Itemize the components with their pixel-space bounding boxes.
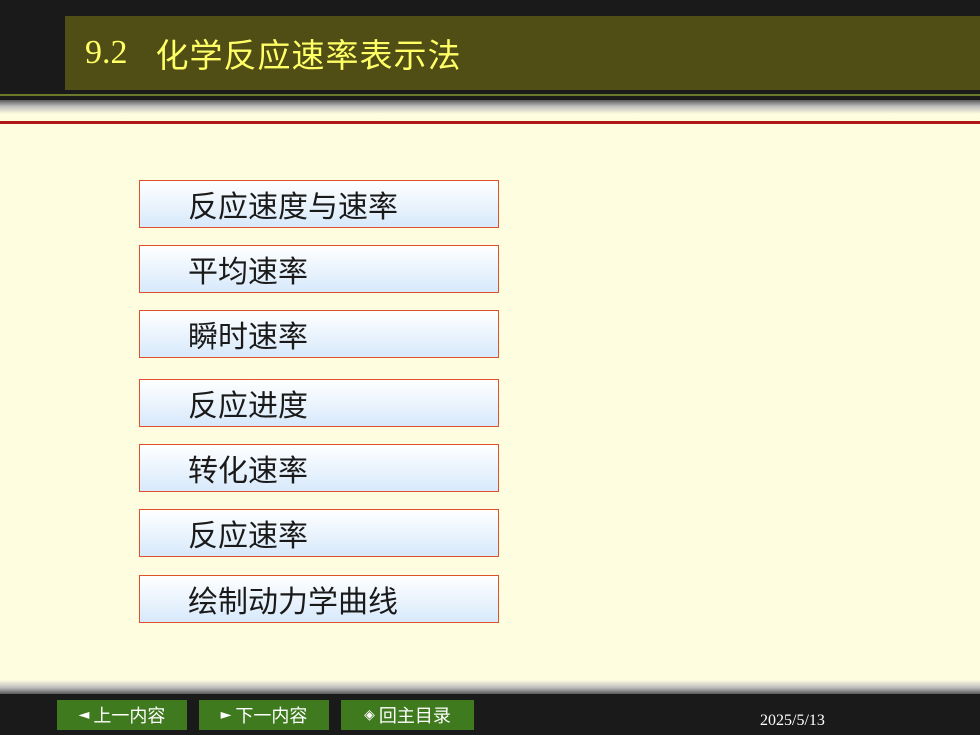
home-button[interactable]: ◈ 回主目录 — [341, 700, 474, 730]
prev-button[interactable]: ◄ 上一内容 — [57, 700, 187, 730]
menu-item-label: 转化速率 — [188, 454, 308, 489]
menu-item-instantaneous-rate[interactable]: 瞬时速率 — [139, 310, 499, 358]
menu-item-label: 反应进度 — [188, 389, 308, 424]
footer-shadow — [0, 680, 980, 694]
menu-item-label: 平均速率 — [188, 255, 308, 290]
menu-item-average-rate[interactable]: 平均速率 — [139, 245, 499, 293]
menu-item-reaction-rate[interactable]: 反应速率 — [139, 509, 499, 557]
menu-item-label: 瞬时速率 — [188, 320, 308, 355]
menu-item-conversion-rate[interactable]: 转化速率 — [139, 444, 499, 492]
title-bar: 9.2 化学反应速率表示法 — [65, 16, 980, 90]
section-number: 9.2 — [85, 34, 128, 71]
menu-item-label: 反应速度与速率 — [188, 190, 398, 225]
next-button[interactable]: ► 下一内容 — [199, 700, 329, 730]
title-underline — [0, 94, 980, 96]
next-label: 下一内容 — [235, 706, 308, 727]
red-divider — [0, 121, 980, 124]
menu-item-label: 绘制动力学曲线 — [188, 585, 398, 620]
menu-item-reaction-extent[interactable]: 反应进度 — [139, 379, 499, 427]
menu-item-label: 反应速率 — [188, 519, 308, 554]
header-shadow — [0, 100, 980, 114]
prev-label: 上一内容 — [93, 706, 166, 727]
diamond-icon: ◈ — [364, 707, 375, 723]
triangle-right-icon: ► — [220, 707, 232, 723]
triangle-left-icon: ◄ — [78, 707, 90, 723]
home-label: 回主目录 — [378, 706, 451, 727]
menu-item-reaction-velocity-and-rate[interactable]: 反应速度与速率 — [139, 180, 499, 228]
date-stamp: 2025/5/13 — [760, 712, 825, 729]
menu-item-kinetic-curve[interactable]: 绘制动力学曲线 — [139, 575, 499, 623]
page-title: 化学反应速率表示法 — [155, 36, 462, 75]
